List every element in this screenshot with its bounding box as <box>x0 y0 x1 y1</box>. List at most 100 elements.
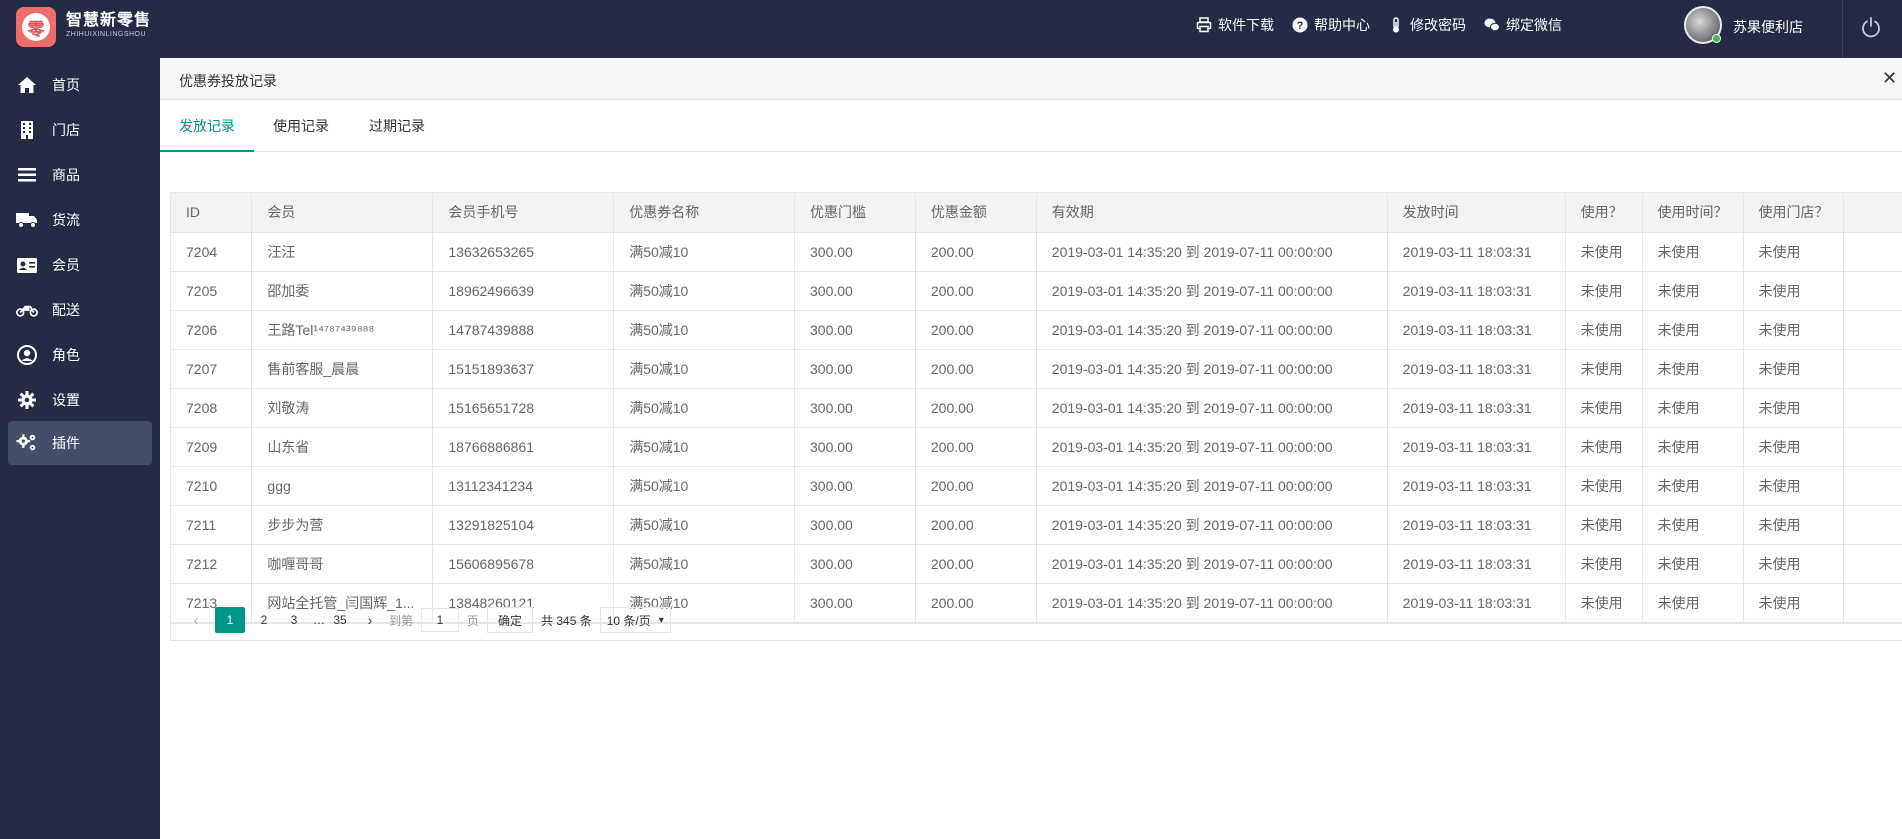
close-icon[interactable]: ✕ <box>1882 69 1897 87</box>
sidebar-item-label: 角色 <box>52 347 80 363</box>
table-cell: 300.00 <box>794 505 916 545</box>
table-cell: 7204 <box>171 232 253 272</box>
table-cell: 2019-03-11 18:03:31 <box>1387 232 1566 272</box>
building-icon <box>16 119 38 141</box>
panel-header: 优惠券投放记录 ✕ <box>160 58 1902 100</box>
table-cell: 刘敬涛 <box>251 388 434 428</box>
table-cell: 2019-03-11 18:03:31 <box>1387 466 1566 506</box>
column-header: ID <box>171 193 253 233</box>
table-cell-filler <box>1843 388 1902 428</box>
column-header: 使用门店？ <box>1743 193 1845 233</box>
table-row[interactable]: 7212 咖喱哥哥 15606895678 满50减10 300.00 200.00 201… <box>171 544 1902 584</box>
column-header-filler <box>1843 193 1902 233</box>
sidebar-item-goods[interactable]: 商品 <box>8 153 152 197</box>
tab-usage-records[interactable]: 使用记录 <box>254 100 348 152</box>
goto-page-input[interactable]: 1 <box>421 608 460 632</box>
printer-icon <box>1196 17 1212 33</box>
gears-icon <box>16 432 38 454</box>
table-cell: 300.00 <box>794 427 916 467</box>
goto-label: 到第 <box>389 613 414 628</box>
table-row[interactable]: 7208 刘敬涛 15165651728 满50减10 300.00 200.00 2019… <box>171 388 1902 428</box>
sidebar-item-logistics[interactable]: 货流 <box>8 198 152 242</box>
password-link[interactable]: 修改密码 <box>1388 0 1466 50</box>
table-cell: 200.00 <box>915 466 1037 506</box>
table-cell: 15151893637 <box>432 349 615 389</box>
logo[interactable]: 零 <box>16 7 56 47</box>
table-row[interactable]: 7206 王路Tel¹⁴⁷⁸⁷⁴³⁹⁸⁸⁸ 14787439888 满50减10 300… <box>171 310 1902 350</box>
confirm-button[interactable]: 确定 <box>487 607 534 633</box>
divider <box>1842 0 1843 58</box>
sidebar-item-store[interactable]: 门店 <box>8 108 152 152</box>
table-cell: 满50减10 <box>613 349 795 389</box>
table-cell: 13632653265 <box>432 232 615 272</box>
table-cell: 未使用 <box>1743 388 1845 428</box>
table-cell: 13291825104 <box>432 505 615 545</box>
id-card-icon <box>16 254 38 276</box>
next-page-button[interactable]: › <box>359 607 381 633</box>
column-header: 发放时间 <box>1387 193 1566 233</box>
tab-expired-records[interactable]: 过期记录 <box>348 100 446 152</box>
table-cell: 200.00 <box>915 310 1037 350</box>
tab-issue-records[interactable]: 发放记录 <box>160 100 254 152</box>
svg-text:?: ? <box>1297 20 1304 32</box>
tab-bar: 发放记录 使用记录 过期记录 <box>160 100 1902 152</box>
sidebar-item-label: 货流 <box>52 212 80 228</box>
table-cell: 满50减10 <box>613 271 795 311</box>
table-cell: 满50减10 <box>613 466 795 506</box>
table-cell: 满50减10 <box>613 427 795 467</box>
sidebar-item-plugins[interactable]: 插件 <box>8 421 152 465</box>
table-cell: 300.00 <box>794 466 916 506</box>
table-cell: 18766886861 <box>432 427 615 467</box>
table-cell: 15165651728 <box>432 388 615 428</box>
table-cell: 未使用 <box>1565 427 1643 467</box>
online-status-dot <box>1712 34 1721 43</box>
prev-page-button[interactable]: ‹ <box>185 607 207 633</box>
table-cell: 2019-03-11 18:03:31 <box>1387 505 1566 545</box>
main-content: 优惠券投放记录 ✕ 发放记录 使用记录 过期记录 ID 会员 会员手机号 优惠券名称优… <box>160 58 1902 839</box>
column-header: 使用时间？ <box>1642 193 1744 233</box>
sidebar-item-role[interactable]: 角色 <box>8 333 152 377</box>
table-cell: 未使用 <box>1642 427 1744 467</box>
brand: 智慧新零售 ZHIHUIXINLINGSHOU <box>66 12 151 38</box>
table-cell: 售前客服_晨晨 <box>251 349 434 389</box>
page-button[interactable]: 2 <box>253 607 275 633</box>
sidebar-item-label: 会员 <box>52 257 80 273</box>
table-cell: 7210 <box>171 466 253 506</box>
table-row[interactable]: 7207 售前客服_晨晨 15151893637 满50减10 300.00 200.00… <box>171 349 1902 389</box>
sidebar-item-label: 首页 <box>52 77 80 93</box>
sidebar-item-settings[interactable]: 设置 <box>8 378 152 422</box>
table-row[interactable]: 7205 邵加委 18962496639 满50减10 300.00 200.00 2019… <box>171 271 1902 311</box>
page-button-last[interactable]: 35 <box>329 607 351 633</box>
page-button-current[interactable]: 1 <box>215 607 245 633</box>
table-cell: 2019-03-11 18:03:31 <box>1387 544 1566 584</box>
table-cell: 未使用 <box>1642 349 1744 389</box>
logo-mark: 零 <box>22 13 50 41</box>
table-row[interactable]: 7210 ggg 13112341234 满50减10 300.00 200.00 2019… <box>171 466 1902 506</box>
table-row[interactable]: 7209 山东省 18766886861 满50减10 300.00 200.00 2019… <box>171 427 1902 467</box>
records-table-wrapper: ID 会员 会员手机号 优惠券名称 优惠门槛 优惠金额 有效期 发放时间 使用？ 使用时间？ 使用门… <box>170 192 1902 624</box>
download-link[interactable]: 软件下载 <box>1196 0 1274 50</box>
table-cell: 2019-03-01 14:35:20 到 2019-07-11 00:00:0… <box>1036 232 1388 272</box>
table-cell: 未使用 <box>1743 466 1845 506</box>
table-cell-filler <box>1843 271 1902 311</box>
column-header: 会员手机号 <box>432 193 615 233</box>
help-link[interactable]: ? 帮助中心 <box>1292 0 1370 50</box>
table-cell: 14787439888 <box>432 310 615 350</box>
user-name[interactable]: 苏果便利店 <box>1733 17 1803 37</box>
table-row[interactable]: 7211 步步为营 13291825104 满50减10 300.00 200.00 201… <box>171 505 1902 545</box>
table-cell: 2019-03-01 14:35:20 到 2019-07-11 00:00:0… <box>1036 310 1388 350</box>
table-cell: 未使用 <box>1565 349 1643 389</box>
table-cell: 未使用 <box>1565 505 1643 545</box>
sidebar-item-delivery[interactable]: 配送 <box>8 288 152 332</box>
sidebar-item-member[interactable]: 会员 <box>8 243 152 287</box>
table-row[interactable]: 7204 汪汪 13632653265 满50减10 300.00 200.00 2019-… <box>171 232 1902 272</box>
table-cell: 未使用 <box>1565 271 1643 311</box>
page-button[interactable]: 3 <box>283 607 305 633</box>
power-icon[interactable] <box>1860 16 1882 38</box>
page-size-select[interactable]: 10 条/页 ▾ <box>599 607 671 633</box>
wechat-link[interactable]: 绑定微信 <box>1484 0 1562 50</box>
table-cell: 18962496639 <box>432 271 615 311</box>
table-cell: 山东省 <box>251 427 434 467</box>
table-cell: 13112341234 <box>432 466 615 506</box>
sidebar-item-home[interactable]: 首页 <box>8 63 152 107</box>
